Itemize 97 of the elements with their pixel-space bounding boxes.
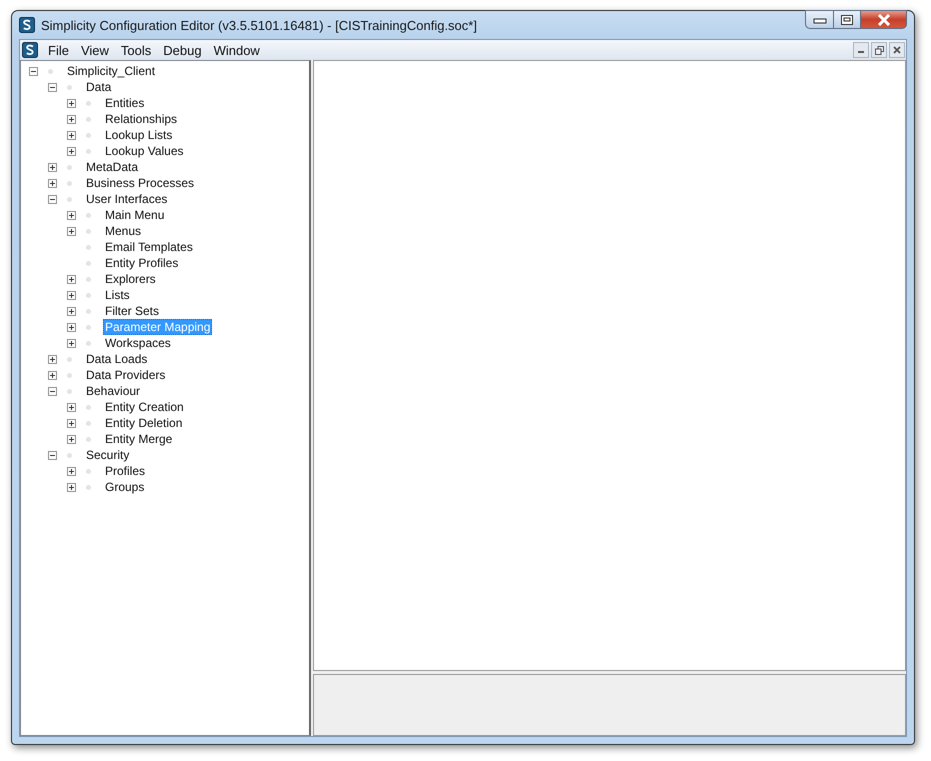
tree-item[interactable]: Email Templates [103,239,195,255]
menu-item[interactable]: Tools [114,42,158,58]
minimize-button[interactable] [805,10,833,29]
tree-item[interactable]: Data [84,79,114,95]
close-button[interactable] [861,10,907,29]
collapse-icon[interactable] [48,450,57,460]
node-icon [86,484,91,490]
expand-icon[interactable] [67,226,76,236]
tree-item[interactable]: Data Providers [84,367,168,383]
tree-item[interactable]: Entities [103,95,146,111]
tree-item[interactable]: Entity Profiles [103,255,180,271]
collapse-icon[interactable] [48,194,57,204]
node-icon [67,180,72,186]
tree-item[interactable]: Entity Merge [103,431,174,447]
menu-item[interactable]: Window [208,42,266,58]
node-icon [86,116,91,122]
node-icon [67,356,72,362]
node-icon [86,212,91,218]
expand-icon[interactable] [67,210,76,220]
close-icon [876,14,892,26]
expand-icon[interactable] [67,98,76,108]
expand-icon[interactable] [48,370,57,380]
tree-item[interactable]: Menus [103,223,144,239]
node-icon [67,84,72,90]
tree-item[interactable]: Main Menu [103,207,166,223]
expand-icon[interactable] [48,354,57,364]
expand-icon[interactable] [67,274,76,284]
node-icon [86,276,91,282]
menu-item[interactable]: View [74,42,115,58]
tree-item[interactable]: Lookup Lists [103,127,174,143]
tree-item[interactable]: Security [84,447,132,463]
menu-item[interactable]: File [42,42,75,58]
maximize-button[interactable] [833,10,861,29]
tree-item[interactable]: Profiles [103,463,148,479]
restore-button[interactable] [871,42,887,58]
expand-icon[interactable] [67,146,76,156]
tree-item[interactable]: MetaData [84,159,140,175]
tree-item[interactable]: Data Loads [84,351,150,367]
node-icon [86,244,91,250]
node-icon [86,404,91,410]
expand-icon[interactable] [67,402,76,412]
node-icon [86,148,91,154]
node-icon [67,196,72,202]
node-icon [86,308,91,314]
tree-item[interactable]: Relationships [103,111,180,127]
close-icon [893,46,901,54]
expand-icon[interactable] [67,434,76,444]
tree-item[interactable]: Entity Creation [103,399,186,415]
node-icon [86,132,91,138]
app-logo-icon [19,17,35,33]
node-icon [86,228,91,234]
collapse-icon[interactable] [48,82,57,92]
node-icon [67,372,72,378]
minimize-icon [812,16,826,24]
restore-icon [874,46,884,54]
node-icon [86,468,91,474]
node-icon [86,340,91,346]
tree-item[interactable]: Workspaces [103,335,173,351]
collapse-icon[interactable] [29,66,38,76]
expand-icon[interactable] [67,290,76,300]
tree-item[interactable]: Groups [103,479,146,495]
node-icon [67,452,72,458]
expand-icon[interactable] [67,322,76,332]
expand-icon[interactable] [67,482,76,492]
node-icon [86,100,91,106]
maximize-icon [840,14,854,26]
window-title: Simplicity Configuration Editor (v3.5.5101.16481) - [CISTrainingConfig.soc*] [41,18,477,32]
expand-icon[interactable] [48,162,57,172]
app-logo-icon[interactable] [22,42,38,58]
tree-item[interactable]: Filter Sets [103,303,162,319]
collapse-icon[interactable] [48,386,57,396]
node-icon [48,68,53,74]
tree-item[interactable]: Entity Deletion [103,415,184,431]
expand-icon[interactable] [67,114,76,124]
close-button[interactable] [889,42,905,58]
expand-icon[interactable] [67,130,76,140]
expand-icon[interactable] [48,178,57,188]
expand-icon[interactable] [67,306,76,316]
tree-item[interactable]: Explorers [103,271,158,287]
tree-item[interactable]: Lookup Values [103,143,186,159]
minimize-button[interactable] [853,42,869,58]
expand-icon[interactable] [67,466,76,476]
node-icon [86,436,91,442]
tree-item[interactable]: Simplicity_Client [65,63,158,79]
node-icon [67,164,72,170]
node-icon [67,388,72,394]
menu-item[interactable]: Debug [157,42,208,58]
node-icon [86,292,91,298]
node-icon [86,420,91,426]
tree-item[interactable]: Lists [103,287,132,303]
expand-icon[interactable] [67,338,76,348]
tree-item[interactable]: Behaviour [84,383,142,399]
tree-item[interactable]: User Interfaces [84,191,170,207]
expand-icon[interactable] [67,418,76,428]
node-icon [86,260,91,266]
tree-item[interactable]: Business Processes [84,175,196,191]
node-icon [86,324,91,330]
